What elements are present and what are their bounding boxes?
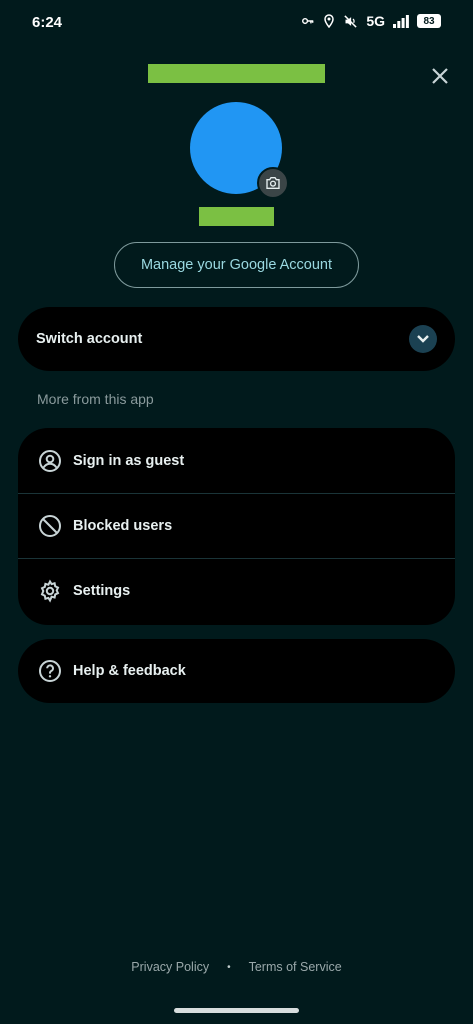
menu-item-label: Sign in as guest [73,452,185,469]
account-name-redacted [148,64,325,83]
section-heading: More from this app [37,391,154,407]
block-icon [38,514,62,538]
status-bar: 6:24 5G 83 [0,0,473,46]
home-indicator[interactable] [174,1008,299,1013]
help-icon [38,659,62,683]
menu-item-sign-in-guest[interactable]: Sign in as guest [18,428,455,493]
manage-account-button[interactable]: Manage your Google Account [114,242,359,288]
account-circle-icon [38,449,62,473]
key-icon [301,14,315,28]
network-label: 5G [366,13,385,29]
menu-item-label: Settings [73,583,131,599]
menu-item-label: Help & feedback [73,663,186,679]
camera-icon [266,177,280,189]
status-time: 6:24 [32,14,63,31]
gear-icon [38,579,62,603]
footer: Privacy Policy • Terms of Service [0,960,473,974]
expand-accounts-button[interactable] [409,325,437,353]
switch-account-row[interactable]: Switch account [18,307,455,371]
menu-item-label: Blocked users [73,518,173,534]
app-menu-group: Sign in as guest Blocked users Settings [18,428,455,625]
location-icon [323,14,335,28]
menu-item-settings[interactable]: Settings [18,558,455,623]
privacy-policy-link[interactable]: Privacy Policy [131,960,209,974]
footer-separator: • [227,961,231,973]
change-photo-button[interactable] [257,167,289,199]
account-email-redacted [199,207,274,226]
close-icon [432,68,448,84]
status-icons: 5G 83 [301,13,441,29]
mute-icon [343,14,358,29]
menu-item-help-feedback[interactable]: Help & feedback [18,639,455,703]
terms-of-service-link[interactable]: Terms of Service [249,960,342,974]
close-button[interactable] [424,60,456,92]
signal-icon [393,14,409,28]
battery-icon: 83 [417,14,441,28]
menu-item-blocked-users[interactable]: Blocked users [18,493,455,558]
chevron-down-icon [417,335,429,343]
switch-account-label: Switch account [36,331,143,347]
help-card: Help & feedback [18,639,455,703]
